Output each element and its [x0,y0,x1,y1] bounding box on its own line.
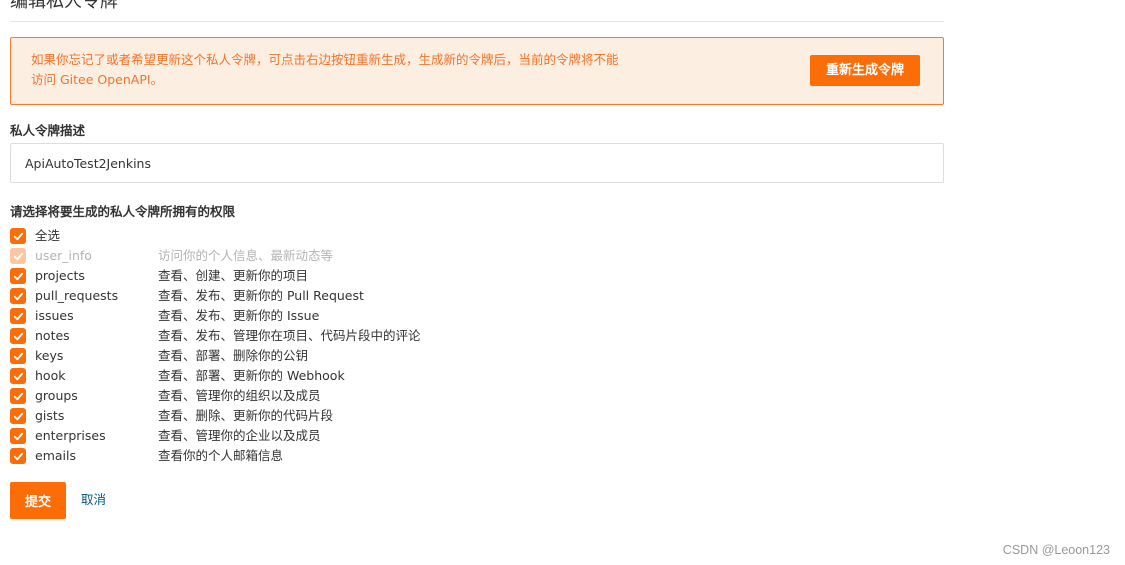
permission-checkbox-projects[interactable] [10,268,26,284]
regenerate-notice: 如果你忘记了或者希望更新这个私人令牌，可点击右边按钮重新生成，生成新的令牌后，当… [10,37,944,105]
permission-name: emails [35,448,76,463]
check-icon [13,332,23,340]
page-title: 编辑私人令牌 [10,0,118,12]
permission-description: 查看、管理你的企业以及成员 [158,428,321,443]
check-icon [13,352,23,360]
regenerate-token-button[interactable]: 重新生成令牌 [810,55,920,86]
check-icon [13,272,23,280]
check-icon [13,252,23,260]
permission-row: hook 查看、部署、更新你的 Webhook [10,366,710,386]
permission-row: emails 查看你的个人邮箱信息 [10,446,710,466]
permission-name: gists [35,408,65,423]
description-label: 私人令牌描述 [10,123,86,138]
cancel-link[interactable]: 取消 [81,492,106,508]
permission-name: issues [35,308,74,323]
permission-checkbox-emails[interactable] [10,448,26,464]
permission-row: gists 查看、删除、更新你的代码片段 [10,406,710,426]
submit-button[interactable]: 提交 [10,482,66,519]
permission-description: 查看、发布、更新你的 Pull Request [158,288,364,303]
permission-description: 查看你的个人邮箱信息 [158,448,284,463]
permission-description: 查看、发布、管理你在项目、代码片段中的评论 [158,328,421,343]
permission-row: keys 查看、部署、删除你的公钥 [10,346,710,366]
permission-description: 查看、管理你的组织以及成员 [158,388,321,403]
check-icon [13,312,23,320]
permission-name: hook [35,368,66,383]
permission-name: groups [35,388,78,403]
permission-checkbox-notes[interactable] [10,328,26,344]
permission-name: enterprises [35,428,106,443]
title-divider [10,21,944,22]
permission-checkbox-pull-requests[interactable] [10,288,26,304]
check-icon [13,392,23,400]
permissions-label: 请选择将要生成的私人令牌所拥有的权限 [10,204,236,219]
permission-row: enterprises 查看、管理你的企业以及成员 [10,426,710,446]
select-all-checkbox[interactable] [10,228,26,244]
permission-checkbox-keys[interactable] [10,348,26,364]
permissions-list: 全选 user_info 访问你的个人信息、最新动态等 projects 查看、创建、… [10,226,710,466]
permission-description: 查看、发布、更新你的 Issue [158,308,320,323]
permission-name: user_info [35,248,92,263]
select-all-label: 全选 [35,228,61,243]
permission-description: 查看、部署、更新你的 Webhook [158,368,345,383]
check-icon [13,432,23,440]
permission-checkbox-gists[interactable] [10,408,26,424]
permission-checkbox-enterprises[interactable] [10,428,26,444]
permission-description: 访问你的个人信息、最新动态等 [158,248,334,263]
permission-row: pull_requests 查看、发布、更新你的 Pull Request [10,286,710,306]
check-icon [13,292,23,300]
permission-checkbox-issues[interactable] [10,308,26,324]
permission-name: pull_requests [35,288,119,303]
permission-row: user_info 访问你的个人信息、最新动态等 [10,246,710,266]
permission-checkbox-user-info [10,248,26,264]
permission-name: notes [35,328,70,343]
permission-name: keys [35,348,64,363]
description-input[interactable] [10,143,944,183]
permission-row: issues 查看、发布、更新你的 Issue [10,306,710,326]
check-icon [13,232,23,240]
permission-row: projects 查看、创建、更新你的项目 [10,266,710,286]
check-icon [13,412,23,420]
edit-token-page: 编辑私人令牌 如果你忘记了或者希望更新这个私人令牌，可点击右边按钮重新生成，生成… [0,0,1125,565]
permission-description: 查看、创建、更新你的项目 [158,268,309,283]
permission-row: notes 查看、发布、管理你在项目、代码片段中的评论 [10,326,710,346]
permission-description: 查看、删除、更新你的代码片段 [158,408,334,423]
select-all-row: 全选 [10,226,710,246]
check-icon [13,372,23,380]
permission-row: groups 查看、管理你的组织以及成员 [10,386,710,406]
check-icon [13,452,23,460]
permission-name: projects [35,268,85,283]
watermark: CSDN @Leoon123 [1002,543,1110,557]
notice-text: 如果你忘记了或者希望更新这个私人令牌，可点击右边按钮重新生成，生成新的令牌后，当… [31,52,619,87]
permission-description: 查看、部署、删除你的公钥 [158,348,309,363]
permission-checkbox-groups[interactable] [10,388,26,404]
permission-checkbox-hook[interactable] [10,368,26,384]
